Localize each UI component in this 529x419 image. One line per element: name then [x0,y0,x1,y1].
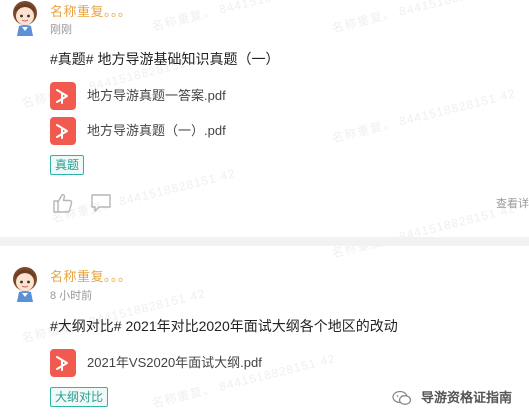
like-icon[interactable] [52,192,74,214]
post-time: 刚刚 [50,24,72,36]
post-divider [0,237,529,246]
post-time: 8 小时前 [50,290,93,302]
file-name: 地方导游真题（一）.pdf [87,123,226,138]
comment-icon[interactable] [90,192,112,214]
wechat-icon [392,390,412,406]
file-name: 地方导游真题一答案.pdf [87,88,226,103]
avatar[interactable] [9,266,41,302]
username[interactable]: 名称重复。。。 [50,4,132,20]
post-card: 名称重复。。。 8 小时前 #大纲对比# 2021年对比2020年面试大纲各个地… [0,246,529,419]
avatar[interactable] [9,0,41,36]
pdf-icon [50,349,76,377]
file-attachment[interactable]: 地方导游真题（一）.pdf [50,117,310,145]
post-text: #真题# 地方导游基础知识真题（一） [50,51,280,67]
topic-tag[interactable]: 大纲对比 [50,387,109,407]
wechat-account-name: 导游资格证指南 [421,390,513,405]
view-detail-link[interactable]: 查看详 [496,198,529,211]
topic-tag[interactable]: 真题 [50,155,85,175]
file-attachment[interactable]: 2021年VS2020年面试大纲.pdf [50,349,310,377]
file-attachment[interactable]: 地方导游真题一答案.pdf [50,82,310,110]
username[interactable]: 名称重复。。。 [50,269,132,285]
post-card: 名称重复。。。 刚刚 #真题# 地方导游基础知识真题（一） 地方导游真题一答案.… [0,0,529,237]
post-text: #大纲对比# 2021年对比2020年面试大纲各个地区的改动 [50,318,398,334]
pdf-icon [50,117,76,145]
pdf-icon [50,82,76,110]
file-name: 2021年VS2020年面试大纲.pdf [87,355,262,370]
